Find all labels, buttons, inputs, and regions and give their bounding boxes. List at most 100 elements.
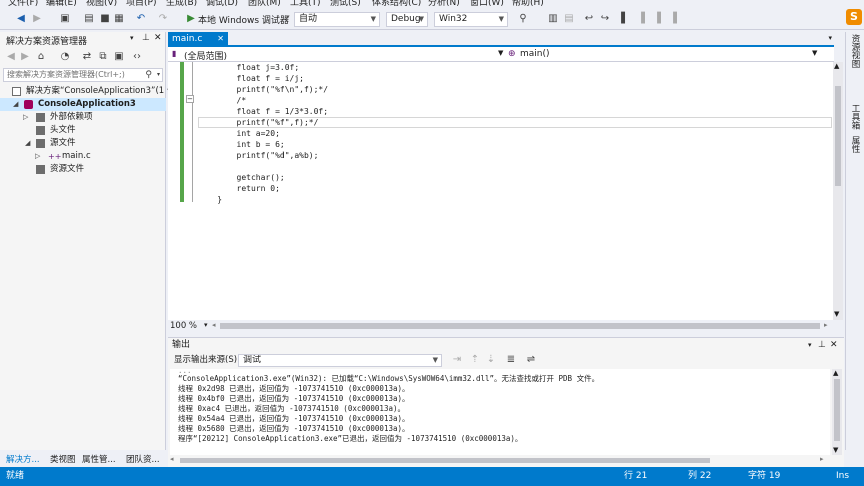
show-all-files-icon[interactable]: ▣ bbox=[112, 50, 126, 64]
output-source-dropdown[interactable]: 调试 ▼ bbox=[238, 354, 442, 367]
rail-toolbox[interactable]: 工具箱 bbox=[849, 104, 861, 130]
run-mode-dropdown[interactable]: 自动 ▼ bbox=[294, 12, 380, 27]
pending-changes-icon[interactable]: ◔ bbox=[58, 50, 72, 64]
tree-solution[interactable]: 解决方案“ConsoleApplication3”(1 个 bbox=[0, 85, 175, 98]
menu-debug[interactable]: 调试(D) bbox=[206, 0, 238, 8]
tree-main-c[interactable]: ▷ ++ main.c bbox=[0, 150, 166, 163]
next-bookmark-icon[interactable]: ▐ bbox=[650, 12, 664, 26]
scroll-down-icon[interactable]: ▼ bbox=[833, 446, 838, 454]
find-message-icon[interactable]: ⇥ bbox=[450, 353, 464, 367]
menu-team[interactable]: 团队(M) bbox=[248, 0, 281, 8]
output-horizontal-scrollbar[interactable]: ◂ ▸ bbox=[170, 455, 830, 465]
tab-class-view[interactable]: 类视图 bbox=[50, 453, 76, 465]
tree-external-deps[interactable]: ▷ 外部依赖项 bbox=[0, 111, 166, 124]
tree-project[interactable]: ◢ ConsoleApplication3 bbox=[0, 98, 166, 111]
menu-test[interactable]: 测试(S) bbox=[330, 0, 361, 8]
menu-help[interactable]: 帮助(H) bbox=[512, 0, 544, 8]
expanded-arrow-icon[interactable]: ◢ bbox=[13, 98, 18, 111]
close-icon[interactable]: ✕ bbox=[217, 32, 224, 46]
menu-project[interactable]: 项目(P) bbox=[126, 0, 156, 8]
back-icon[interactable]: ◀ bbox=[4, 50, 18, 64]
code-editor[interactable]: − float j=3.0f; float f = i/j; printf("%… bbox=[168, 62, 843, 320]
horizontal-scroll-thumb[interactable] bbox=[220, 323, 820, 329]
output-vertical-scrollbar[interactable]: ▲ ▼ bbox=[832, 369, 842, 455]
scroll-right-icon[interactable]: ▸ bbox=[824, 321, 828, 329]
zoom-level[interactable]: 100 % bbox=[170, 321, 197, 331]
scroll-left-icon[interactable]: ◂ bbox=[212, 321, 216, 329]
rail-resource-view[interactable]: 资源视图 bbox=[849, 34, 861, 68]
scroll-left-icon[interactable]: ◂ bbox=[170, 455, 174, 463]
uncomment-icon[interactable]: ↪ bbox=[598, 12, 612, 26]
bookmark-icon[interactable]: ▌ bbox=[618, 12, 632, 26]
comment-icon[interactable]: ↩ bbox=[582, 12, 596, 26]
forward-icon[interactable]: ▶ bbox=[18, 50, 32, 64]
menu-view[interactable]: 视图(V) bbox=[86, 0, 117, 8]
scroll-up-icon[interactable]: ▲ bbox=[834, 62, 839, 70]
tree-resource-files[interactable]: 资源文件 bbox=[0, 163, 166, 176]
menu-edit[interactable]: 编辑(E) bbox=[46, 0, 77, 8]
output-text-area[interactable]: ... “ConsoleApplication3.exe”(Win32): 已加… bbox=[170, 369, 830, 455]
collapse-icon[interactable]: − bbox=[186, 95, 194, 103]
search-icon[interactable]: ⚲ bbox=[145, 69, 152, 81]
configuration-dropdown[interactable]: Debug ▼ bbox=[386, 12, 428, 27]
tab-team-explorer[interactable]: 团队资... bbox=[126, 453, 160, 465]
format-icon[interactable]: ▤ bbox=[562, 12, 576, 26]
scope-dropdown[interactable]: (全局范围) bbox=[184, 49, 227, 62]
collapse-all-icon[interactable]: ⧉ bbox=[96, 50, 110, 64]
chevron-down-icon[interactable]: ▾ bbox=[157, 69, 160, 81]
chevron-down-icon[interactable]: ▼ bbox=[812, 49, 817, 57]
horizontal-scroll-thumb[interactable] bbox=[180, 458, 710, 463]
menu-build[interactable]: 生成(B) bbox=[166, 0, 197, 8]
close-icon[interactable]: ✕ bbox=[154, 33, 162, 43]
next-message-icon[interactable]: ⇣ bbox=[484, 353, 498, 367]
tab-list-icon[interactable]: ▾ bbox=[828, 34, 832, 42]
save-all-icon[interactable]: ▦ bbox=[112, 12, 126, 26]
redo-icon[interactable]: ↷ bbox=[156, 12, 170, 26]
menu-window[interactable]: 窗口(W) bbox=[470, 0, 504, 8]
platform-dropdown[interactable]: Win32 ▼ bbox=[434, 12, 508, 27]
editor-vertical-scrollbar[interactable]: ▲ ▼ bbox=[833, 62, 843, 320]
rail-properties[interactable]: 属性 bbox=[849, 136, 861, 153]
menu-architecture[interactable]: 体系结构(C) bbox=[372, 0, 421, 8]
tree-source-files[interactable]: ◢ 源文件 bbox=[0, 137, 166, 150]
clear-all-icon[interactable]: ≣ bbox=[504, 353, 518, 367]
function-dropdown[interactable]: main() bbox=[520, 49, 550, 59]
layout-icon[interactable]: ▥ bbox=[546, 12, 560, 26]
scroll-up-icon[interactable]: ▲ bbox=[833, 369, 838, 377]
close-icon[interactable]: ✕ bbox=[830, 338, 838, 352]
open-icon[interactable]: ▤ bbox=[82, 12, 96, 26]
home-icon[interactable]: ⌂ bbox=[34, 50, 48, 64]
collapsed-arrow-icon[interactable]: ▷ bbox=[35, 150, 40, 163]
find-icon[interactable]: ⚲ bbox=[516, 12, 530, 26]
menu-file[interactable]: 文件(F) bbox=[8, 0, 38, 8]
panel-menu-icon[interactable]: ▾ bbox=[808, 338, 812, 352]
view-code-icon[interactable]: ‹› bbox=[130, 50, 144, 64]
start-debug-icon[interactable]: ▶ bbox=[184, 12, 198, 26]
collapsed-arrow-icon[interactable]: ▷ bbox=[23, 111, 28, 124]
prev-message-icon[interactable]: ⇡ bbox=[468, 353, 482, 367]
debug-target-label[interactable]: 本地 Windows 调试器 bbox=[198, 13, 289, 26]
new-project-icon[interactable]: ▣ bbox=[58, 12, 72, 26]
chevron-down-icon[interactable]: ▾ bbox=[204, 321, 208, 329]
pin-icon[interactable]: ⊥ bbox=[818, 338, 826, 352]
forward-icon[interactable]: ▶ bbox=[30, 12, 44, 26]
chevron-down-icon[interactable]: ▾ bbox=[286, 13, 290, 21]
panel-menu-icon[interactable]: ▾ bbox=[130, 34, 134, 42]
tab-main-c[interactable]: main.c ✕ bbox=[168, 32, 228, 47]
tab-property-manager[interactable]: 属性管... bbox=[82, 453, 116, 465]
word-wrap-icon[interactable]: ⇌ bbox=[524, 353, 538, 367]
clear-bookmark-icon[interactable]: ▐ bbox=[666, 12, 680, 26]
expanded-arrow-icon[interactable]: ◢ bbox=[25, 137, 30, 150]
chevron-down-icon[interactable]: ▼ bbox=[498, 49, 503, 57]
back-icon[interactable]: ◀ bbox=[14, 12, 28, 26]
undo-icon[interactable]: ↶ bbox=[134, 12, 148, 26]
prev-bookmark-icon[interactable]: ▐ bbox=[634, 12, 648, 26]
scroll-thumb[interactable] bbox=[834, 379, 840, 441]
scroll-thumb[interactable] bbox=[835, 86, 841, 186]
pin-icon[interactable]: ⊥ bbox=[142, 33, 150, 43]
scroll-down-icon[interactable]: ▼ bbox=[834, 310, 839, 318]
scroll-right-icon[interactable]: ▸ bbox=[820, 455, 824, 463]
menu-tools[interactable]: 工具(T) bbox=[290, 0, 321, 8]
menu-analyze[interactable]: 分析(N) bbox=[428, 0, 460, 8]
solution-search-input[interactable]: 搜索解决方案资源管理器(Ctrl+;) ⚲ ▾ bbox=[3, 68, 163, 82]
